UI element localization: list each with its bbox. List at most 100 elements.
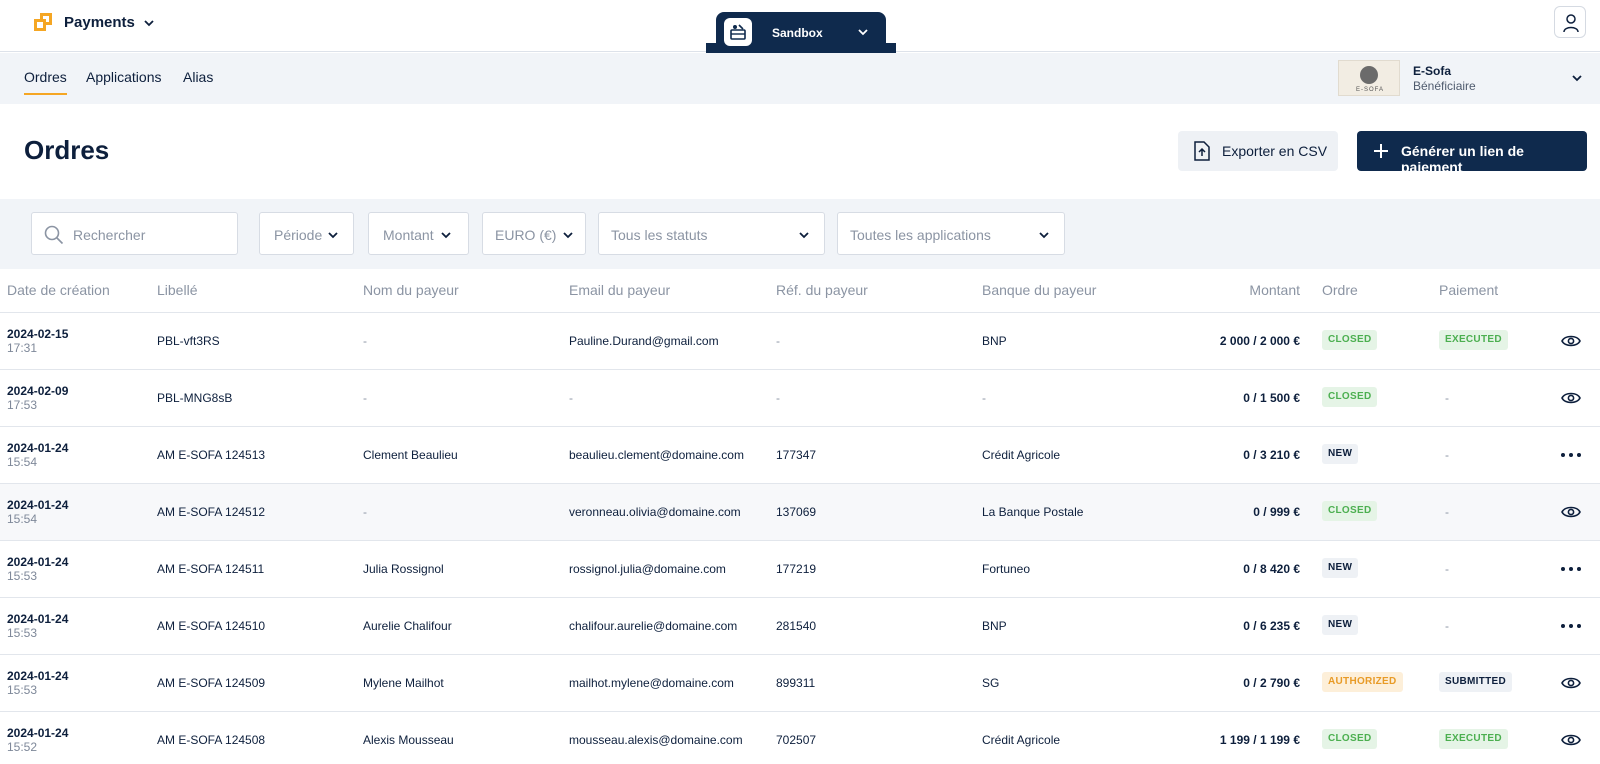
merchant-logo: E-SOFA	[1338, 60, 1400, 96]
time-value: 17:53	[7, 398, 38, 412]
chevron-down-icon	[858, 29, 868, 36]
table-row[interactable]: 2024-01-24 15:54 AM E-SOFA 124512 - veronn…	[0, 484, 1600, 541]
payer-name-cell: -	[363, 505, 367, 519]
generate-payment-link-button[interactable]: Générer un lien de paiement	[1357, 131, 1587, 175]
order-status-badge: CLOSED	[1322, 501, 1378, 521]
column-header[interactable]: Ordre	[1322, 282, 1358, 298]
date-value: 2024-01-24	[7, 441, 69, 455]
payer-ref-cell: 177347	[776, 448, 817, 462]
table-row[interactable]: 2024-01-24 15:54 AM E-SOFA 124513 Clement…	[0, 427, 1600, 484]
eye-icon[interactable]	[1560, 388, 1582, 408]
libelle-cell: AM E-SOFA 124508	[157, 733, 266, 747]
table-row[interactable]: 2024-01-24 15:52 AM E-SOFA 124508 Alexis …	[0, 712, 1600, 764]
payer-email-cell: -	[569, 391, 573, 405]
merchant-role: Bénéficiaire	[1413, 79, 1476, 93]
payment-status-badge: SUBMITTED	[1439, 672, 1513, 692]
libelle-cell: AM E-SOFA 124510	[157, 619, 266, 633]
payer-email-cell: chalifour.aurelie@domaine.com	[569, 619, 738, 633]
date-value: 2024-01-24	[7, 726, 69, 740]
user-icon	[1563, 14, 1579, 33]
order-status-badge: CLOSED	[1322, 330, 1378, 350]
chevron-down-icon	[1039, 232, 1049, 239]
payment-status-empty: -	[1445, 562, 1449, 576]
column-header[interactable]: Date de création	[7, 282, 110, 298]
payer-email-cell: beaulieu.clement@domaine.com	[569, 448, 744, 462]
libelle-cell: AM E-SOFA 124509	[157, 676, 266, 690]
column-header[interactable]: Nom du payeur	[363, 282, 459, 298]
currency-label: EURO (€)	[495, 227, 557, 243]
payer-ref-cell: 702507	[776, 733, 817, 747]
montant-filter[interactable]: Montant	[368, 212, 469, 255]
column-header[interactable]: Montant	[1249, 282, 1300, 298]
chevron-down-icon	[441, 232, 451, 239]
more-options-icon[interactable]	[1560, 616, 1582, 636]
libelle-cell: PBL-vft3RS	[157, 334, 220, 348]
eye-icon[interactable]	[1560, 331, 1582, 351]
payer-name-cell: -	[363, 391, 367, 405]
tab-ordres[interactable]: Ordres	[24, 69, 67, 95]
eye-icon[interactable]	[1560, 730, 1582, 750]
payer-name-cell: Clement Beaulieu	[363, 448, 458, 462]
creation-date: 2024-02-09 17:53	[7, 384, 68, 412]
creation-date: 2024-01-24 15:53	[7, 612, 68, 640]
time-value: 15:53	[7, 626, 38, 640]
payer-bank-cell: BNP	[982, 619, 1007, 633]
payment-status-badge: EXECUTED	[1439, 729, 1508, 749]
user-account-button[interactable]	[1554, 6, 1586, 38]
column-header[interactable]: Paiement	[1439, 282, 1498, 298]
chevron-down-icon[interactable]	[142, 16, 156, 30]
brand-name[interactable]: Payments	[64, 14, 135, 31]
more-options-icon[interactable]	[1560, 445, 1582, 465]
currency-filter[interactable]: EURO (€)	[482, 212, 586, 255]
search-input[interactable]: Rechercher	[31, 212, 238, 255]
column-header[interactable]: Réf. du payeur	[776, 282, 868, 298]
more-options-icon[interactable]	[1560, 559, 1582, 579]
environment-label: Sandbox	[772, 26, 823, 40]
applications-label: Toutes les applications	[850, 227, 991, 243]
table-header: Date de création Libellé Nom du payeur E…	[0, 270, 1600, 313]
column-header[interactable]: Banque du payeur	[982, 282, 1096, 298]
column-header[interactable]: Email du payeur	[569, 282, 670, 298]
amount-cell: 0 / 3 210 €	[1243, 448, 1300, 462]
periode-filter[interactable]: Période	[259, 212, 354, 255]
time-value: 15:54	[7, 455, 38, 469]
payment-status-empty: -	[1445, 505, 1449, 519]
table-row[interactable]: 2024-02-15 17:31 PBL-vft3RS - Pauline.Dura…	[0, 313, 1600, 370]
order-status-badge: NEW	[1322, 444, 1359, 464]
payer-bank-cell: Fortuneo	[982, 562, 1031, 576]
export-csv-label: Exporter en CSV	[1222, 143, 1328, 159]
payer-bank-cell: La Banque Postale	[982, 505, 1084, 519]
payer-email-cell: rossignol.julia@domaine.com	[569, 562, 726, 576]
file-upload-icon	[1194, 141, 1210, 161]
eye-icon[interactable]	[1560, 673, 1582, 693]
order-status-badge: NEW	[1322, 558, 1359, 578]
creation-date: 2024-02-15 17:31	[7, 327, 68, 355]
filter-bar: Rechercher Période Montant EURO (€) Tous…	[0, 199, 1600, 269]
libelle-cell: AM E-SOFA 124511	[157, 562, 265, 576]
libelle-cell: AM E-SOFA 124512	[157, 505, 266, 519]
applications-filter[interactable]: Toutes les applications	[837, 212, 1065, 255]
merchant-name[interactable]: E-Sofa	[1413, 64, 1451, 78]
payment-status-badge: EXECUTED	[1439, 330, 1508, 350]
search-icon	[44, 225, 64, 245]
payer-bank-cell: SG	[982, 676, 1000, 690]
status-filter[interactable]: Tous les statuts	[598, 212, 825, 255]
creation-date: 2024-01-24 15:54	[7, 441, 68, 469]
tab-alias[interactable]: Alias	[183, 69, 213, 85]
table-row[interactable]: 2024-01-24 15:53 AM E-SOFA 124511 Julia R…	[0, 541, 1600, 598]
column-header[interactable]: Libellé	[157, 282, 197, 298]
table-row[interactable]: 2024-02-09 17:53 PBL-MNG8sB - - - - 0 / 1 500…	[0, 370, 1600, 427]
chevron-down-icon[interactable]	[1570, 71, 1584, 85]
table-row[interactable]: 2024-01-24 15:53 AM E-SOFA 124509 Mylene …	[0, 655, 1600, 712]
plus-icon	[1374, 144, 1388, 158]
eye-icon[interactable]	[1560, 502, 1582, 522]
tab-applications[interactable]: Applications	[86, 69, 162, 85]
payer-ref-cell: 281540	[776, 619, 817, 633]
export-csv-button[interactable]: Exporter en CSV	[1178, 131, 1338, 171]
payments-logo-icon	[34, 13, 52, 31]
periode-label: Période	[274, 227, 323, 243]
time-value: 15:53	[7, 569, 38, 583]
payer-name-cell: Alexis Mousseau	[363, 733, 454, 747]
table-row[interactable]: 2024-01-24 15:53 AM E-SOFA 124510 Aurelie…	[0, 598, 1600, 655]
environment-switcher[interactable]: Sandbox	[706, 12, 896, 53]
